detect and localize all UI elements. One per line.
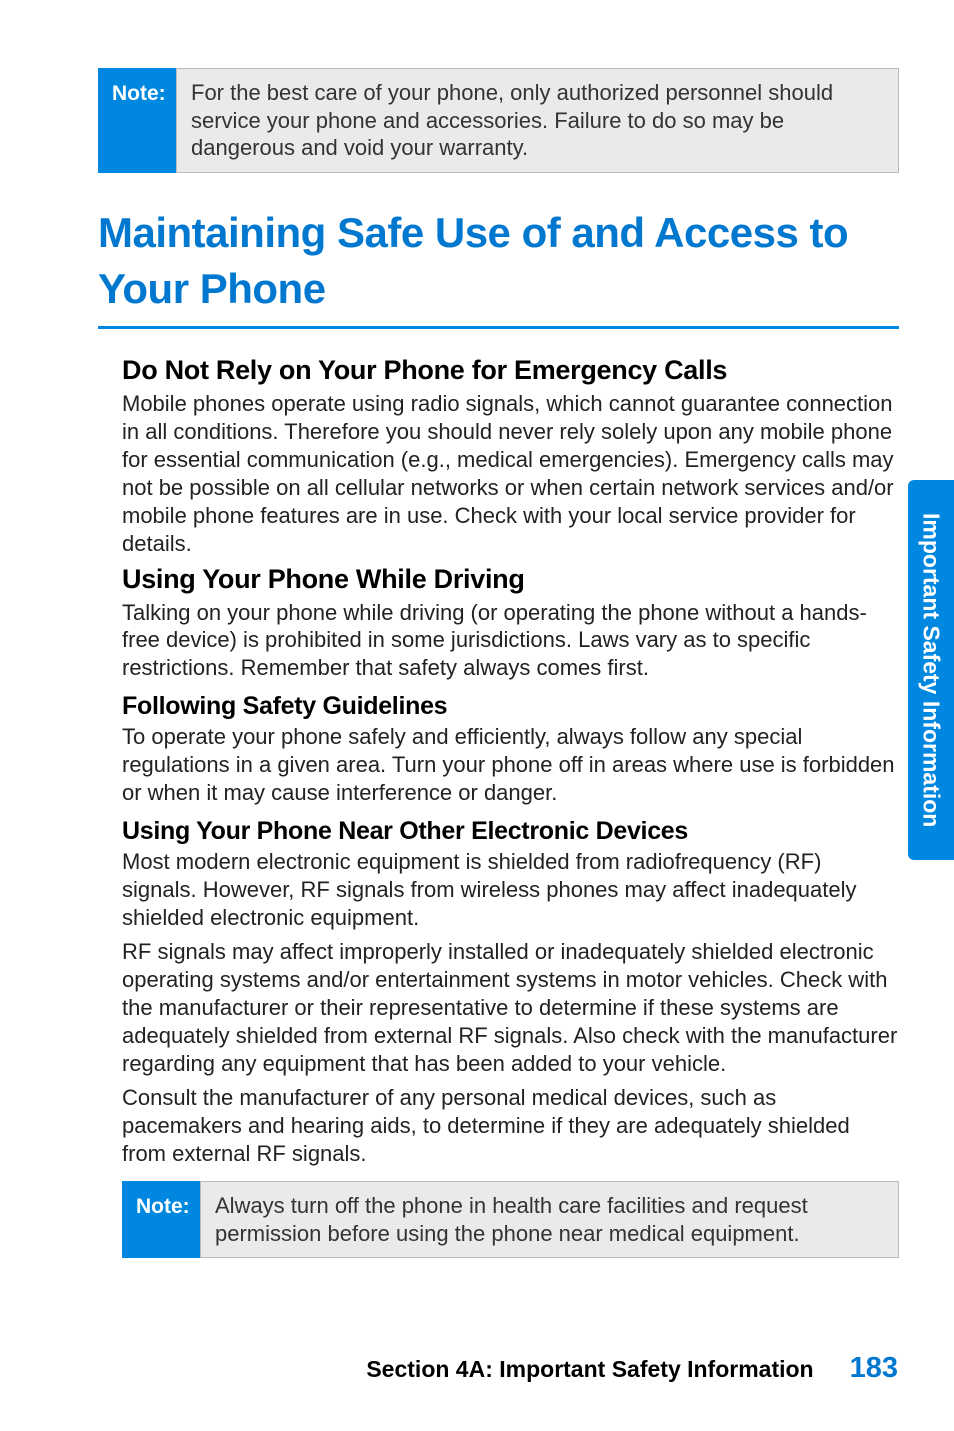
heading-driving: Using Your Phone While Driving (122, 564, 899, 595)
body-electronics-2: RF signals may affect improperly install… (122, 938, 899, 1078)
note-box-top: Note: For the best care of your phone, o… (98, 68, 899, 173)
body-guidelines: To operate your phone safely and efficie… (122, 723, 899, 807)
footer: Section 4A: Important Safety Information… (366, 1352, 898, 1385)
note-text: For the best care of your phone, only au… (176, 68, 899, 173)
heading-guidelines: Following Safety Guidelines (122, 692, 899, 721)
footer-section: Section 4A: Important Safety Information (366, 1356, 813, 1383)
heading-electronics: Using Your Phone Near Other Electronic D… (122, 817, 899, 846)
note-box-bottom: Note: Always turn off the phone in healt… (122, 1181, 899, 1258)
body-driving: Talking on your phone while driving (or … (122, 599, 899, 683)
note-label-2: Note: (122, 1181, 200, 1258)
note-text-2: Always turn off the phone in health care… (200, 1181, 899, 1258)
section-content: Do Not Rely on Your Phone for Emergency … (98, 355, 899, 1259)
main-title: Maintaining Safe Use of and Access to Yo… (98, 205, 899, 318)
heading-emergency: Do Not Rely on Your Phone for Emergency … (122, 355, 899, 386)
note-label: Note: (98, 68, 176, 173)
body-electronics-1: Most modern electronic equipment is shie… (122, 848, 899, 932)
body-emergency: Mobile phones operate using radio signal… (122, 390, 899, 558)
title-underline (98, 326, 899, 329)
body-electronics-3: Consult the manufacturer of any personal… (122, 1084, 899, 1168)
side-tab: Important Safety Information (908, 480, 954, 860)
footer-page: 183 (850, 1352, 898, 1385)
